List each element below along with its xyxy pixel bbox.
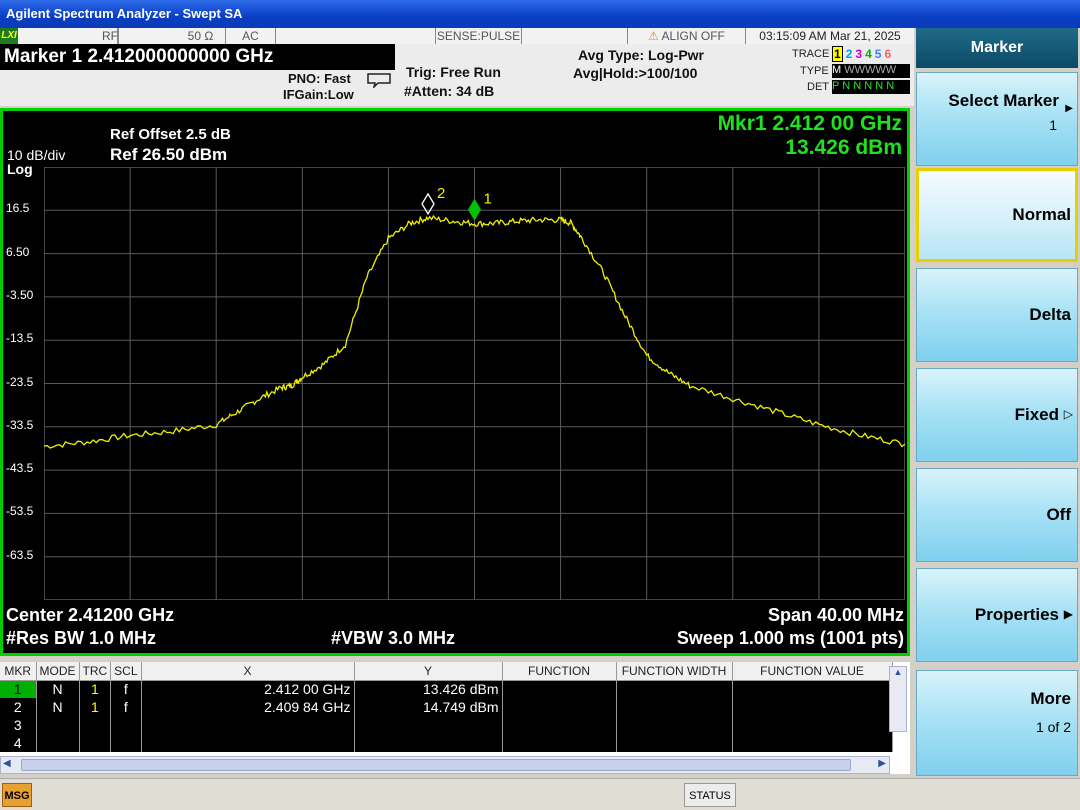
- triangle-right-icon: ▷: [1063, 407, 1073, 421]
- marker-amplitude-readout: 13.426 dBm: [785, 136, 902, 159]
- marker-readout: Marker 1 2.412000000000 GHz: [0, 44, 395, 70]
- marker-frequency-readout: Mkr1 2.412 00 GHz: [717, 112, 902, 135]
- arrow-right-icon: ▶: [1063, 607, 1073, 621]
- trace-detector: P N N N N N: [832, 80, 910, 94]
- type-label: TYPE: [800, 65, 829, 77]
- plot-grid: [44, 167, 905, 600]
- table-vertical-scrollbar[interactable]: ▲: [889, 666, 907, 732]
- measurement-header: Marker 1 2.412000000000 GHz PNO: Fast IF…: [0, 44, 914, 106]
- table-horizontal-scrollbar[interactable]: ◀ ▶: [0, 756, 890, 774]
- select-marker-button[interactable]: Select Marker 1 ▶: [916, 72, 1078, 166]
- trig-label: Trig: Free Run: [406, 64, 501, 80]
- warning-icon: ⚠: [648, 29, 659, 43]
- marker-table-header: MKR MODE TRC SCL X Y FUNCTION FUNCTION W…: [0, 662, 893, 681]
- avg-hold-label: Avg|Hold:>100/100: [573, 65, 698, 81]
- softkey-panel: Marker Select Marker 1 ▶ Normal Delta Fi…: [914, 28, 1080, 778]
- y-tick-label: 6.50: [6, 244, 30, 259]
- delta-button[interactable]: Delta: [916, 268, 1078, 362]
- y-tick-label: -13.5: [6, 331, 34, 346]
- ref-level: Ref 26.50 dBm: [110, 145, 228, 164]
- coupling-indicator: AC: [226, 28, 276, 44]
- video-bandwidth: #VBW 3.0 MHz: [331, 628, 456, 648]
- ref-offset: Ref Offset 2.5 dB: [110, 126, 231, 143]
- sweep-time: Sweep 1.000 ms (1001 pts): [676, 628, 904, 648]
- lxi-icon: LXI: [0, 28, 18, 44]
- resolution-bandwidth: #Res BW 1.0 MHz: [6, 628, 157, 648]
- marker-1-label: 1: [484, 191, 492, 208]
- scroll-thumb[interactable]: [21, 759, 851, 771]
- msg-button[interactable]: MSG: [2, 783, 32, 807]
- status-button[interactable]: STATUS: [684, 783, 736, 807]
- menu-title: Marker: [916, 28, 1078, 68]
- table-row[interactable]: 3: [0, 716, 893, 734]
- scroll-left-icon[interactable]: ◀: [3, 758, 11, 769]
- y-tick-label: -53.5: [6, 504, 34, 519]
- atten-label: #Atten: 34 dB: [404, 83, 495, 99]
- plot-markers: 12: [421, 185, 492, 221]
- sense-indicator: SENSE:PULSE: [436, 28, 522, 44]
- impedance-indicator: 50 Ω: [176, 28, 226, 44]
- ifgain-label: IFGain:Low: [283, 87, 354, 102]
- scale-type: Log: [7, 161, 33, 177]
- y-tick-label: -63.5: [6, 547, 34, 562]
- spectrum-plot: 12: [44, 167, 905, 600]
- align-indicator: ⚠ ALIGN OFF: [628, 28, 746, 44]
- avg-type-label: Avg Type: Log-Pwr: [578, 47, 704, 63]
- trace-numbers: 123456: [832, 46, 892, 62]
- pno-label: PNO: Fast: [288, 71, 351, 86]
- marker-2-label: 2: [437, 185, 445, 202]
- window-title: Agilent Spectrum Analyzer - Swept SA: [0, 0, 1080, 28]
- marker-1-icon: [467, 198, 482, 221]
- speech-bubble-icon: [367, 73, 391, 88]
- det-label: DET: [807, 81, 829, 93]
- y-tick-label: -3.50: [6, 287, 34, 302]
- arrow-right-icon: ▶: [1065, 103, 1073, 114]
- datetime: 03:15:09 AM Mar 21, 2025: [759, 29, 901, 43]
- more-button[interactable]: More 1 of 2: [916, 670, 1078, 776]
- normal-button[interactable]: Normal: [916, 168, 1078, 262]
- trace-type: M WWWWW: [832, 64, 910, 78]
- marker-2-icon: [421, 192, 435, 216]
- status-strip: RF 50 Ω AC SENSE:PULSE ⚠ ALIGN OFF 03:15…: [0, 28, 914, 44]
- scroll-up-icon[interactable]: ▲: [890, 667, 906, 677]
- off-button[interactable]: Off: [916, 468, 1078, 562]
- table-row[interactable]: 1 N 1 f 2.412 00 GHz 13.426 dBm: [0, 680, 893, 698]
- y-tick-label: -33.5: [6, 417, 34, 432]
- trace-label: TRACE: [792, 48, 830, 60]
- table-row[interactable]: 2 N 1 f 2.409 84 GHz 14.749 dBm: [0, 698, 893, 716]
- fixed-button[interactable]: Fixed ▷: [916, 368, 1078, 462]
- rf-indicator: RF: [18, 28, 118, 44]
- message-bar: MSG STATUS: [0, 778, 1080, 810]
- scroll-right-icon[interactable]: ▶: [878, 758, 886, 769]
- table-row[interactable]: 4: [0, 734, 893, 752]
- y-tick-label: -43.5: [6, 461, 34, 476]
- properties-button[interactable]: Properties ▶: [916, 568, 1078, 662]
- span: Span 40.00 MHz: [767, 605, 904, 625]
- y-tick-label: -23.5: [6, 374, 34, 389]
- center-frequency: Center 2.41200 GHz: [6, 605, 175, 625]
- y-tick-label: 16.5: [6, 201, 30, 216]
